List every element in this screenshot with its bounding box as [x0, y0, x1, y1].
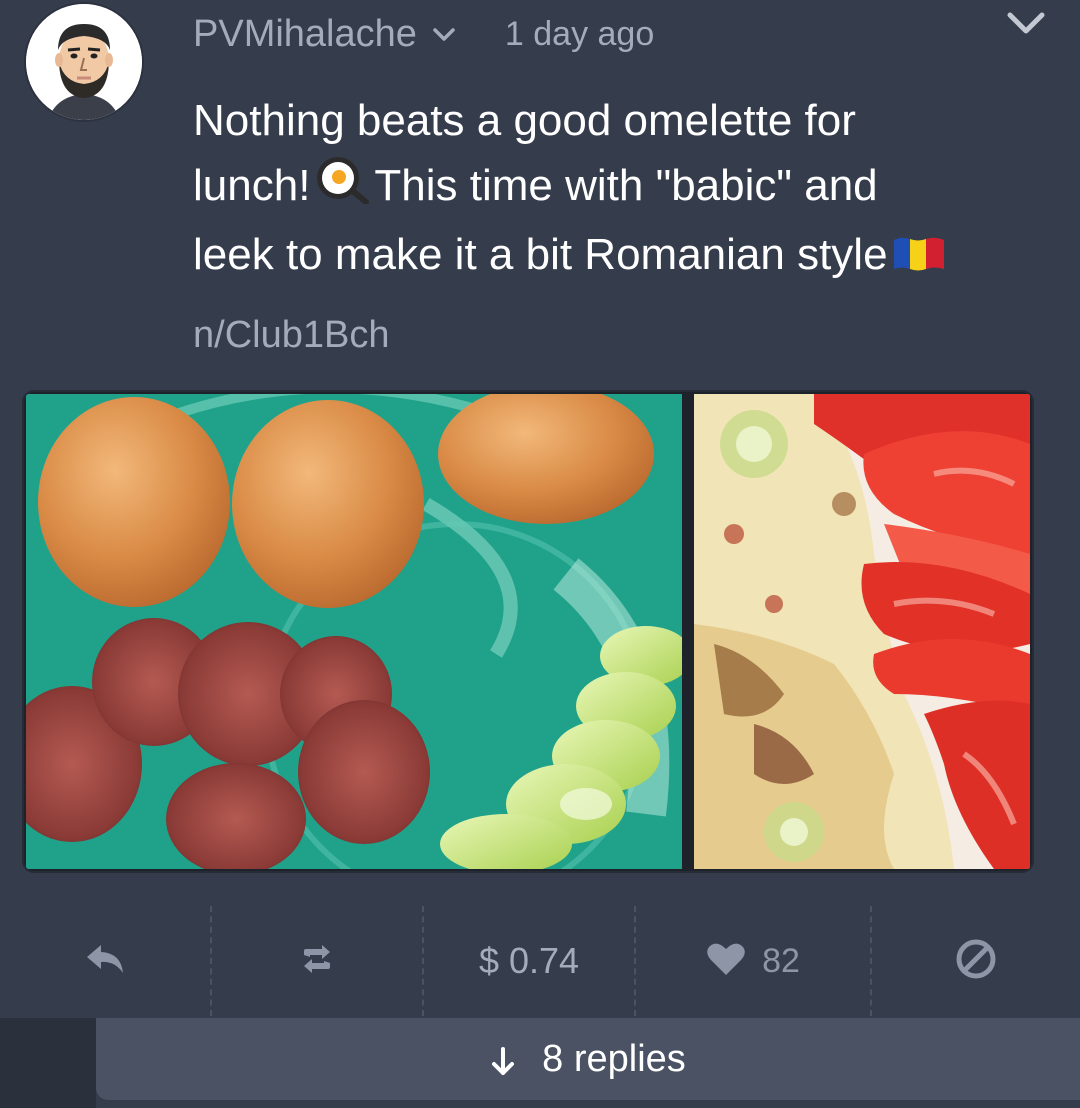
flag-button[interactable] [872, 906, 1080, 1016]
reply-icon [85, 943, 125, 980]
romania-flag-emoji [892, 225, 946, 290]
repost-icon [300, 944, 334, 978]
username[interactable]: PVMihalache [193, 13, 417, 56]
payout-amount: $ 0.74 [478, 940, 580, 981]
post-menu-chevron-icon[interactable] [1003, 6, 1049, 42]
chevron-down-icon[interactable] [429, 19, 459, 49]
replies-button[interactable]: 8 replies [96, 1018, 1080, 1100]
post-body-line-2-end: This time with "babic" and [374, 161, 878, 210]
like-button[interactable]: 82 [636, 906, 870, 1016]
community-link[interactable]: n/Club1Bch [193, 314, 389, 357]
photo-eggs-salami-leek[interactable] [24, 392, 692, 871]
image-gallery [24, 392, 1032, 871]
post-timestamp: 1 day ago [504, 14, 655, 53]
post-card: PVMihalache 1 day ago Nothing beats a go… [0, 0, 1080, 1018]
post-body-line-1: Nothing beats a good omelette for [193, 96, 856, 145]
post-body-line-3: leek to make it a bit Romanian style [193, 222, 1033, 290]
post-body-line-3-text: leek to make it a bit Romanian style [193, 230, 888, 280]
repost-button[interactable] [212, 906, 422, 1016]
post-body: Nothing beats a good omelette for lunch!… [193, 88, 1033, 290]
post-header: PVMihalache 1 day ago [193, 8, 654, 60]
arrow-down-icon [490, 1044, 516, 1075]
user-avatar[interactable] [26, 4, 142, 120]
heart-icon [706, 941, 746, 982]
post-body-line-2-start: lunch! [193, 161, 311, 210]
action-bar: $ 0.74 82 [0, 906, 1080, 1016]
post-body-line-2: lunch! This time with "babic" and [193, 153, 1033, 222]
thread-gutter [0, 1018, 96, 1108]
reply-button[interactable] [0, 906, 210, 1016]
block-icon [954, 937, 998, 986]
fried-egg-emoji [314, 154, 370, 222]
payout-button[interactable]: $ 0.74 [424, 906, 634, 1016]
photo-omelette-tomatoes[interactable] [694, 394, 1030, 869]
replies-count-label: 8 replies [542, 1037, 686, 1080]
likes-count: 82 [762, 941, 800, 980]
